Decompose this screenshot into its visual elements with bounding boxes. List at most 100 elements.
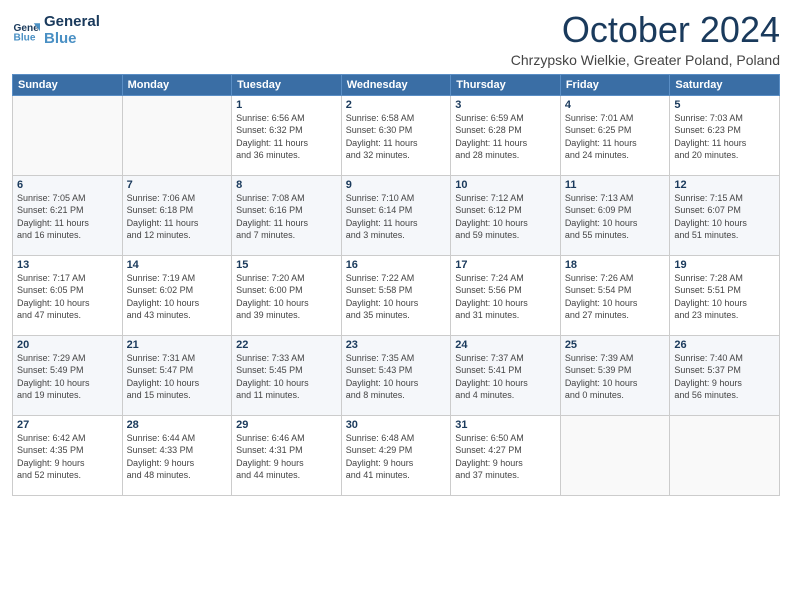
day-number: 1 xyxy=(236,99,337,111)
day-info: Sunrise: 7:19 AM Sunset: 6:02 PM Dayligh… xyxy=(127,272,228,322)
table-row: 26Sunrise: 7:40 AM Sunset: 5:37 PM Dayli… xyxy=(670,335,780,415)
day-number: 19 xyxy=(674,259,775,271)
col-saturday: Saturday xyxy=(670,74,780,95)
day-number: 23 xyxy=(346,339,447,351)
day-number: 18 xyxy=(565,259,666,271)
day-number: 24 xyxy=(455,339,556,351)
day-info: Sunrise: 6:50 AM Sunset: 4:27 PM Dayligh… xyxy=(455,432,556,482)
day-info: Sunrise: 6:58 AM Sunset: 6:30 PM Dayligh… xyxy=(346,112,447,162)
col-friday: Friday xyxy=(560,74,670,95)
day-info: Sunrise: 7:01 AM Sunset: 6:25 PM Dayligh… xyxy=(565,112,666,162)
logo-blue: Blue xyxy=(44,31,100,48)
table-row: 9Sunrise: 7:10 AM Sunset: 6:14 PM Daylig… xyxy=(341,175,451,255)
table-row: 7Sunrise: 7:06 AM Sunset: 6:18 PM Daylig… xyxy=(122,175,232,255)
day-info: Sunrise: 7:13 AM Sunset: 6:09 PM Dayligh… xyxy=(565,192,666,242)
day-number: 21 xyxy=(127,339,228,351)
table-row: 29Sunrise: 6:46 AM Sunset: 4:31 PM Dayli… xyxy=(232,415,342,495)
logo-general: General xyxy=(44,14,100,31)
day-info: Sunrise: 7:37 AM Sunset: 5:41 PM Dayligh… xyxy=(455,352,556,402)
day-info: Sunrise: 6:56 AM Sunset: 6:32 PM Dayligh… xyxy=(236,112,337,162)
day-info: Sunrise: 6:59 AM Sunset: 6:28 PM Dayligh… xyxy=(455,112,556,162)
day-info: Sunrise: 7:06 AM Sunset: 6:18 PM Dayligh… xyxy=(127,192,228,242)
day-info: Sunrise: 6:48 AM Sunset: 4:29 PM Dayligh… xyxy=(346,432,447,482)
col-monday: Monday xyxy=(122,74,232,95)
calendar-week-row: 13Sunrise: 7:17 AM Sunset: 6:05 PM Dayli… xyxy=(13,255,780,335)
day-number: 6 xyxy=(17,179,118,191)
day-info: Sunrise: 6:44 AM Sunset: 4:33 PM Dayligh… xyxy=(127,432,228,482)
day-info: Sunrise: 7:40 AM Sunset: 5:37 PM Dayligh… xyxy=(674,352,775,402)
table-row: 24Sunrise: 7:37 AM Sunset: 5:41 PM Dayli… xyxy=(451,335,561,415)
day-number: 10 xyxy=(455,179,556,191)
day-number: 16 xyxy=(346,259,447,271)
calendar-week-row: 20Sunrise: 7:29 AM Sunset: 5:49 PM Dayli… xyxy=(13,335,780,415)
table-row xyxy=(670,415,780,495)
table-row xyxy=(560,415,670,495)
location-title: Chrzypsko Wielkie, Greater Poland, Polan… xyxy=(511,52,780,68)
table-row: 15Sunrise: 7:20 AM Sunset: 6:00 PM Dayli… xyxy=(232,255,342,335)
day-info: Sunrise: 7:03 AM Sunset: 6:23 PM Dayligh… xyxy=(674,112,775,162)
day-number: 11 xyxy=(565,179,666,191)
day-number: 14 xyxy=(127,259,228,271)
day-number: 29 xyxy=(236,419,337,431)
day-number: 4 xyxy=(565,99,666,111)
table-row: 17Sunrise: 7:24 AM Sunset: 5:56 PM Dayli… xyxy=(451,255,561,335)
table-row: 6Sunrise: 7:05 AM Sunset: 6:21 PM Daylig… xyxy=(13,175,123,255)
day-info: Sunrise: 7:17 AM Sunset: 6:05 PM Dayligh… xyxy=(17,272,118,322)
day-info: Sunrise: 7:26 AM Sunset: 5:54 PM Dayligh… xyxy=(565,272,666,322)
table-row: 2Sunrise: 6:58 AM Sunset: 6:30 PM Daylig… xyxy=(341,95,451,175)
day-number: 28 xyxy=(127,419,228,431)
col-wednesday: Wednesday xyxy=(341,74,451,95)
header: General Blue General Blue October 2024 C… xyxy=(12,10,780,68)
table-row: 4Sunrise: 7:01 AM Sunset: 6:25 PM Daylig… xyxy=(560,95,670,175)
day-info: Sunrise: 7:33 AM Sunset: 5:45 PM Dayligh… xyxy=(236,352,337,402)
table-row: 31Sunrise: 6:50 AM Sunset: 4:27 PM Dayli… xyxy=(451,415,561,495)
day-info: Sunrise: 6:42 AM Sunset: 4:35 PM Dayligh… xyxy=(17,432,118,482)
calendar-header-row: Sunday Monday Tuesday Wednesday Thursday… xyxy=(13,74,780,95)
day-number: 15 xyxy=(236,259,337,271)
table-row: 10Sunrise: 7:12 AM Sunset: 6:12 PM Dayli… xyxy=(451,175,561,255)
day-number: 2 xyxy=(346,99,447,111)
table-row xyxy=(122,95,232,175)
table-row: 20Sunrise: 7:29 AM Sunset: 5:49 PM Dayli… xyxy=(13,335,123,415)
day-info: Sunrise: 7:28 AM Sunset: 5:51 PM Dayligh… xyxy=(674,272,775,322)
day-info: Sunrise: 7:31 AM Sunset: 5:47 PM Dayligh… xyxy=(127,352,228,402)
table-row: 12Sunrise: 7:15 AM Sunset: 6:07 PM Dayli… xyxy=(670,175,780,255)
day-number: 8 xyxy=(236,179,337,191)
table-row: 11Sunrise: 7:13 AM Sunset: 6:09 PM Dayli… xyxy=(560,175,670,255)
day-info: Sunrise: 7:22 AM Sunset: 5:58 PM Dayligh… xyxy=(346,272,447,322)
table-row: 1Sunrise: 6:56 AM Sunset: 6:32 PM Daylig… xyxy=(232,95,342,175)
day-number: 30 xyxy=(346,419,447,431)
day-number: 3 xyxy=(455,99,556,111)
table-row: 13Sunrise: 7:17 AM Sunset: 6:05 PM Dayli… xyxy=(13,255,123,335)
table-row: 16Sunrise: 7:22 AM Sunset: 5:58 PM Dayli… xyxy=(341,255,451,335)
day-number: 9 xyxy=(346,179,447,191)
table-row: 22Sunrise: 7:33 AM Sunset: 5:45 PM Dayli… xyxy=(232,335,342,415)
month-title: October 2024 xyxy=(511,10,780,50)
day-info: Sunrise: 7:15 AM Sunset: 6:07 PM Dayligh… xyxy=(674,192,775,242)
table-row: 8Sunrise: 7:08 AM Sunset: 6:16 PM Daylig… xyxy=(232,175,342,255)
table-row: 21Sunrise: 7:31 AM Sunset: 5:47 PM Dayli… xyxy=(122,335,232,415)
logo-icon: General Blue xyxy=(12,17,40,45)
day-info: Sunrise: 7:08 AM Sunset: 6:16 PM Dayligh… xyxy=(236,192,337,242)
logo: General Blue General Blue xyxy=(12,14,100,47)
day-number: 26 xyxy=(674,339,775,351)
table-row: 27Sunrise: 6:42 AM Sunset: 4:35 PM Dayli… xyxy=(13,415,123,495)
day-number: 22 xyxy=(236,339,337,351)
day-info: Sunrise: 7:39 AM Sunset: 5:39 PM Dayligh… xyxy=(565,352,666,402)
col-sunday: Sunday xyxy=(13,74,123,95)
table-row: 23Sunrise: 7:35 AM Sunset: 5:43 PM Dayli… xyxy=(341,335,451,415)
day-info: Sunrise: 7:35 AM Sunset: 5:43 PM Dayligh… xyxy=(346,352,447,402)
day-number: 25 xyxy=(565,339,666,351)
day-info: Sunrise: 7:12 AM Sunset: 6:12 PM Dayligh… xyxy=(455,192,556,242)
day-info: Sunrise: 7:20 AM Sunset: 6:00 PM Dayligh… xyxy=(236,272,337,322)
svg-text:Blue: Blue xyxy=(14,32,36,43)
day-number: 12 xyxy=(674,179,775,191)
title-block: October 2024 Chrzypsko Wielkie, Greater … xyxy=(511,10,780,68)
col-tuesday: Tuesday xyxy=(232,74,342,95)
day-number: 17 xyxy=(455,259,556,271)
table-row: 19Sunrise: 7:28 AM Sunset: 5:51 PM Dayli… xyxy=(670,255,780,335)
day-info: Sunrise: 6:46 AM Sunset: 4:31 PM Dayligh… xyxy=(236,432,337,482)
table-row: 30Sunrise: 6:48 AM Sunset: 4:29 PM Dayli… xyxy=(341,415,451,495)
day-number: 31 xyxy=(455,419,556,431)
calendar-week-row: 27Sunrise: 6:42 AM Sunset: 4:35 PM Dayli… xyxy=(13,415,780,495)
